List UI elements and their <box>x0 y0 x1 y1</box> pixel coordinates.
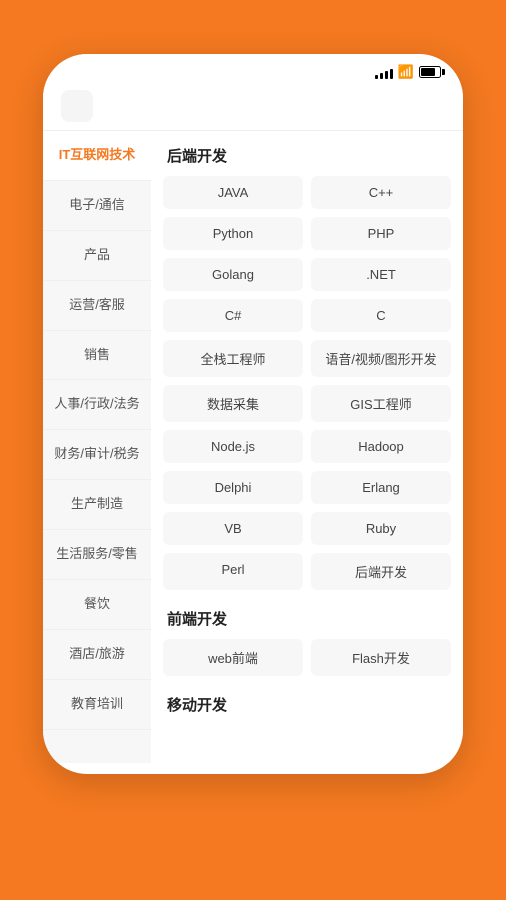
tag-item-0-3[interactable]: PHP <box>311 217 451 250</box>
section-title-2: 移动开发 <box>163 680 451 725</box>
tag-item-0-12[interactable]: Node.js <box>163 430 303 463</box>
phone-frame: 📶 IT互联网技术电子/通信产品运营/客服销售人事/行政/法务财务/审计/税务生… <box>43 54 463 774</box>
back-button[interactable] <box>61 90 93 122</box>
sidebar-item-4[interactable]: 销售 <box>43 331 151 381</box>
tag-item-1-1[interactable]: Flash开发 <box>311 639 451 676</box>
tag-item-0-15[interactable]: Erlang <box>311 471 451 504</box>
tag-item-0-6[interactable]: C# <box>163 299 303 332</box>
tag-item-0-10[interactable]: 数据采集 <box>163 385 303 422</box>
tag-item-0-9[interactable]: 语音/视频/图形开发 <box>311 340 451 377</box>
tag-item-0-2[interactable]: Python <box>163 217 303 250</box>
right-content: 后端开发JAVAC++PythonPHPGolang.NETC#C全栈工程师语音… <box>151 131 463 763</box>
sidebar-item-7[interactable]: 生产制造 <box>43 480 151 530</box>
tag-item-0-16[interactable]: VB <box>163 512 303 545</box>
tag-item-0-18[interactable]: Perl <box>163 553 303 590</box>
sidebar-item-5[interactable]: 人事/行政/法务 <box>43 380 151 430</box>
tag-item-0-13[interactable]: Hadoop <box>311 430 451 463</box>
tag-item-0-5[interactable]: .NET <box>311 258 451 291</box>
sidebar-item-8[interactable]: 生活服务/零售 <box>43 530 151 580</box>
signal-bars-icon <box>375 66 393 79</box>
tag-item-0-14[interactable]: Delphi <box>163 471 303 504</box>
sidebar-item-9[interactable]: 餐饮 <box>43 580 151 630</box>
tag-item-0-4[interactable]: Golang <box>163 258 303 291</box>
status-bar: 📶 <box>43 54 463 84</box>
sidebar-item-6[interactable]: 财务/审计/税务 <box>43 430 151 480</box>
tag-grid-1: web前端Flash开发 <box>163 639 451 676</box>
tag-item-1-0[interactable]: web前端 <box>163 639 303 676</box>
sidebar-item-10[interactable]: 酒店/旅游 <box>43 630 151 680</box>
sidebar-item-2[interactable]: 产品 <box>43 231 151 281</box>
nav-bar <box>43 84 463 131</box>
battery-icon <box>419 66 441 78</box>
app-header <box>0 0 506 54</box>
sidebar-item-1[interactable]: 电子/通信 <box>43 181 151 231</box>
sidebar-item-11[interactable]: 教育培训 <box>43 680 151 730</box>
status-icons: 📶 <box>375 64 441 80</box>
tag-item-0-7[interactable]: C <box>311 299 451 332</box>
section-title-1: 前端开发 <box>163 594 451 639</box>
tag-item-0-8[interactable]: 全栈工程师 <box>163 340 303 377</box>
sidebar-item-0[interactable]: IT互联网技术 <box>43 131 151 181</box>
section-title-0: 后端开发 <box>163 131 451 176</box>
tag-item-0-11[interactable]: GIS工程师 <box>311 385 451 422</box>
tag-item-0-19[interactable]: 后端开发 <box>311 553 451 590</box>
tag-item-0-17[interactable]: Ruby <box>311 512 451 545</box>
tag-item-0-0[interactable]: JAVA <box>163 176 303 209</box>
main-content: IT互联网技术电子/通信产品运营/客服销售人事/行政/法务财务/审计/税务生产制… <box>43 131 463 763</box>
sidebar: IT互联网技术电子/通信产品运营/客服销售人事/行政/法务财务/审计/税务生产制… <box>43 131 151 763</box>
tag-grid-0: JAVAC++PythonPHPGolang.NETC#C全栈工程师语音/视频/… <box>163 176 451 590</box>
wifi-icon: 📶 <box>398 64 414 80</box>
tag-item-0-1[interactable]: C++ <box>311 176 451 209</box>
sidebar-item-3[interactable]: 运营/客服 <box>43 281 151 331</box>
